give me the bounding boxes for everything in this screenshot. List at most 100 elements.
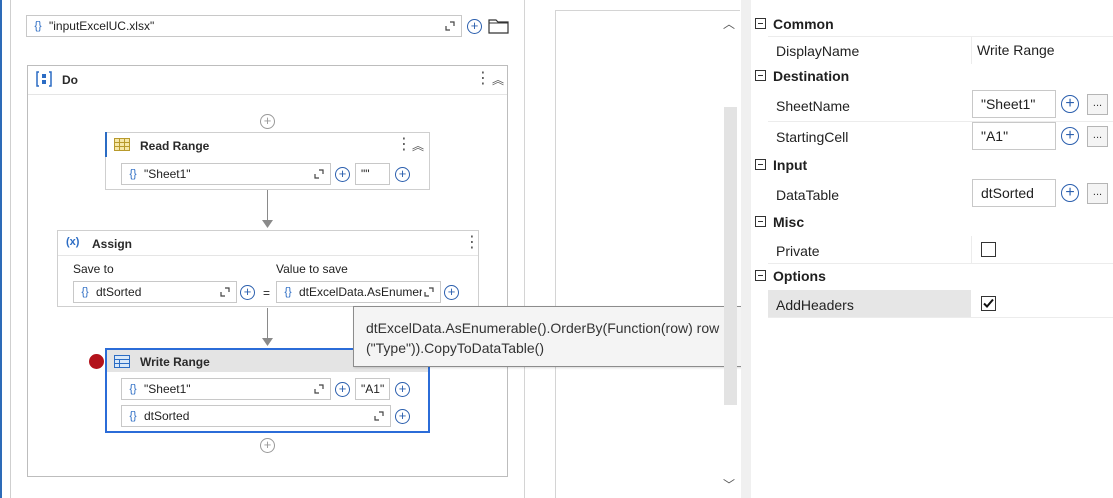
- save-to-text: dtSorted: [96, 285, 142, 299]
- read-range-range-add-icon[interactable]: +: [395, 167, 410, 182]
- insert-activity-icon[interactable]: +: [260, 438, 275, 453]
- starting-cell-more-button[interactable]: ...: [1087, 126, 1108, 147]
- row-divider: [768, 121, 1113, 122]
- private-checkbox[interactable]: [981, 242, 996, 257]
- read-range-sheet-add-icon[interactable]: +: [335, 167, 350, 182]
- expression-icon: {}: [34, 20, 42, 32]
- section-input[interactable]: Input: [752, 153, 1113, 177]
- column-divider: [971, 36, 972, 64]
- sequence-icon: [36, 71, 52, 87]
- designer-scrollbar-thumb[interactable]: [724, 107, 737, 405]
- collapse-misc-icon[interactable]: [755, 216, 766, 227]
- add-headers-checkbox[interactable]: [981, 296, 996, 311]
- insert-activity-icon[interactable]: +: [260, 114, 275, 129]
- do-collapse-icon[interactable]: ︽: [492, 71, 504, 88]
- expand-editor-icon[interactable]: [443, 19, 457, 33]
- assign-header-divider: [58, 255, 478, 256]
- canvas-top-border: [556, 10, 740, 11]
- write-range-cell-field[interactable]: "A1": [355, 378, 390, 400]
- sheet-name-add-icon[interactable]: +: [1061, 95, 1079, 113]
- write-range-sheet-field[interactable]: {} "Sheet1": [121, 378, 331, 400]
- workbook-path-text: "inputExcelUC.xlsx": [49, 19, 155, 33]
- connector-line: [267, 190, 268, 222]
- assign-equals: =: [263, 286, 271, 300]
- save-to-field[interactable]: {} dtSorted: [73, 281, 237, 303]
- collapse-options-icon[interactable]: [755, 270, 766, 281]
- sheet-name-label: SheetName: [776, 98, 850, 114]
- sheet-name-input[interactable]: "Sheet1": [972, 90, 1056, 118]
- section-common-label: Common: [773, 16, 834, 32]
- section-misc[interactable]: Misc: [752, 210, 1113, 234]
- excel-write-icon: [114, 355, 130, 368]
- write-range-datatable-add-icon[interactable]: +: [395, 409, 410, 424]
- datatable-add-icon[interactable]: +: [1061, 184, 1079, 202]
- value-to-save-field[interactable]: {} dtExcelData.AsEnumer: [276, 281, 441, 303]
- connector-arrow-icon: [262, 338, 273, 346]
- scroll-down-icon[interactable]: ﹀: [723, 476, 735, 493]
- save-to-add-icon[interactable]: +: [240, 285, 255, 300]
- canvas-divider: [555, 10, 556, 498]
- expand-editor-icon[interactable]: [312, 382, 326, 396]
- workbook-path-field[interactable]: {} "inputExcelUC.xlsx": [26, 15, 462, 37]
- expression-icon: {}: [284, 286, 292, 298]
- read-range-range-field[interactable]: "": [355, 163, 390, 185]
- canvas-frame-right: [524, 0, 525, 498]
- expression-icon: {}: [129, 383, 137, 395]
- section-options[interactable]: Options: [752, 264, 1113, 288]
- section-destination[interactable]: Destination: [752, 64, 1113, 88]
- collapse-destination-icon[interactable]: [755, 70, 766, 81]
- assign-more-icon[interactable]: ⋮: [464, 235, 480, 251]
- datatable-more-button[interactable]: ...: [1087, 183, 1108, 204]
- read-range-sheet-field[interactable]: {} "Sheet1": [121, 163, 331, 185]
- connector-arrow-icon: [262, 220, 273, 228]
- write-range-sheet-text: "Sheet1": [144, 382, 191, 396]
- expression-icon: {}: [81, 286, 89, 298]
- private-label: Private: [776, 243, 820, 259]
- collapse-input-icon[interactable]: [755, 159, 766, 170]
- sheet-name-more-button[interactable]: ...: [1087, 94, 1108, 115]
- read-range-more-icon[interactable]: ⋮: [396, 137, 412, 153]
- section-options-label: Options: [773, 268, 826, 284]
- expand-editor-icon[interactable]: [218, 285, 232, 299]
- add-headers-label: AddHeaders: [776, 297, 854, 313]
- read-range-collapse-icon[interactable]: ︽: [412, 137, 424, 154]
- expression-icon: {}: [129, 168, 137, 180]
- do-header-divider: [28, 94, 507, 95]
- canvas-frame-left: [10, 0, 11, 498]
- section-common[interactable]: Common: [752, 12, 1113, 36]
- write-range-datatable-text: dtSorted: [144, 409, 190, 423]
- section-misc-label: Misc: [773, 214, 805, 230]
- expand-editor-icon[interactable]: [312, 167, 326, 181]
- write-range-cell-add-icon[interactable]: +: [395, 382, 410, 397]
- write-range-datatable-field[interactable]: {} dtSorted: [121, 405, 391, 427]
- expression-icon: {}: [129, 410, 137, 422]
- collapse-common-icon[interactable]: [755, 18, 766, 29]
- breakpoint-icon[interactable]: [89, 354, 104, 369]
- expand-editor-icon[interactable]: [372, 409, 386, 423]
- browse-folder-icon[interactable]: [488, 18, 509, 34]
- write-range-cell-text: "A1": [361, 382, 385, 396]
- read-range-range-text: "": [361, 167, 370, 181]
- starting-cell-input[interactable]: "A1": [972, 122, 1056, 150]
- row-divider: [768, 317, 1113, 318]
- datatable-input[interactable]: dtSorted: [972, 179, 1056, 207]
- assign-title: Assign: [92, 237, 133, 251]
- workbook-add-icon[interactable]: +: [467, 19, 482, 34]
- do-label: Do: [62, 73, 78, 87]
- do-more-icon[interactable]: ⋮: [475, 71, 491, 87]
- column-divider: [971, 236, 972, 264]
- read-range-accent: [105, 132, 107, 157]
- connector-line: [267, 308, 268, 340]
- starting-cell-label: StartingCell: [776, 129, 849, 145]
- display-name-label: DisplayName: [776, 43, 860, 59]
- read-range-sheet-text: "Sheet1": [144, 167, 191, 181]
- datatable-label: DataTable: [776, 187, 840, 203]
- scroll-up-icon[interactable]: ︿: [723, 15, 735, 32]
- expand-editor-icon[interactable]: [422, 285, 436, 299]
- panel-splitter[interactable]: [741, 0, 751, 498]
- display-name-value[interactable]: Write Range: [977, 42, 1055, 58]
- value-to-save-add-icon[interactable]: +: [444, 285, 459, 300]
- starting-cell-add-icon[interactable]: +: [1061, 127, 1079, 145]
- excel-read-icon: [114, 138, 130, 151]
- write-range-sheet-add-icon[interactable]: +: [335, 382, 350, 397]
